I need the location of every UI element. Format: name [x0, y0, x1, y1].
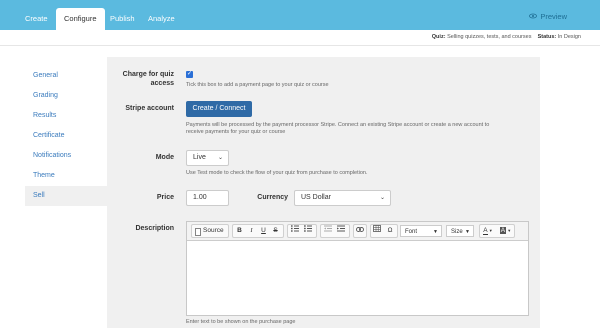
sidebar-item-notifications[interactable]: Notifications [25, 146, 107, 166]
underline-button[interactable]: U [259, 225, 268, 237]
stripe-help-line1: Payments will be processed by the paymen… [186, 122, 490, 128]
description-editor: Source B I U S Ω Font ▼ Size ▼ A ▼ A ▼ [186, 221, 529, 316]
price-input[interactable]: 1.00 [186, 190, 229, 206]
numbered-list-icon[interactable] [290, 225, 300, 237]
outdent-icon[interactable] [323, 225, 333, 237]
description-help-text: Enter text to be shown on the purchase p… [186, 319, 296, 325]
chevron-down-icon: ⌄ [217, 155, 223, 161]
tab-create[interactable]: Create [17, 8, 56, 30]
mode-label: Mode [155, 154, 174, 161]
italic-button[interactable]: I [247, 225, 256, 237]
currency-label: Currency [257, 194, 288, 201]
charge-label-line1: Charge for quiz [122, 71, 174, 78]
link-icon[interactable] [355, 225, 365, 237]
price-label: Price [156, 194, 174, 201]
source-icon [195, 228, 201, 240]
special-char-icon[interactable]: Ω [385, 225, 395, 237]
chevron-down-icon: ▼ [433, 229, 438, 235]
font-select-label: Font [405, 229, 418, 235]
bold-button[interactable]: B [235, 225, 244, 237]
description-label: Description [135, 225, 174, 232]
mode-value: Live [193, 154, 206, 161]
stripe-help-text: Payments will be processed by the paymen… [186, 122, 489, 136]
quiz-info-bar: Quiz: Selling quizzes, tests, and course… [0, 30, 600, 46]
top-nav-bar: Create Configure Publish Analyze Preview [0, 0, 600, 30]
sidebar-item-certificate[interactable]: Certificate [25, 126, 107, 146]
status-value: In Design [557, 34, 581, 40]
tab-configure[interactable]: Configure [56, 8, 105, 30]
stripe-label: Stripe account [125, 105, 174, 112]
stripe-help-line2: receive payments for your quiz or course [186, 129, 286, 135]
settings-sidebar: General Grading Results Certificate Noti… [25, 66, 107, 206]
indent-icon[interactable] [336, 225, 346, 237]
strike-button[interactable]: S [271, 225, 280, 237]
status-label: Status: [537, 34, 557, 40]
source-label: Source [203, 227, 224, 234]
tab-publish[interactable]: Publish [102, 8, 143, 30]
currency-select[interactable]: US Dollar ⌄ [294, 190, 391, 206]
charge-label-line2: access [150, 80, 174, 87]
bulleted-list-icon[interactable] [303, 225, 313, 237]
charge-label: Charge for quiz access [110, 70, 174, 88]
tab-analyze[interactable]: Analyze [140, 8, 183, 30]
font-select[interactable]: Font ▼ [400, 225, 442, 237]
preview-label: Preview [540, 12, 567, 21]
editor-content-area[interactable] [187, 241, 528, 315]
table-icon[interactable] [372, 225, 382, 237]
sidebar-item-theme[interactable]: Theme [25, 166, 107, 186]
quiz-label: Quiz: [431, 34, 446, 40]
sidebar-item-sell[interactable]: Sell [25, 186, 107, 206]
text-color-button[interactable]: A ▼ [481, 225, 495, 237]
chevron-down-icon: ▼ [465, 229, 470, 235]
editor-toolbar: Source B I U S Ω Font ▼ Size ▼ A ▼ A ▼ [187, 222, 528, 241]
eye-icon [529, 12, 538, 21]
sidebar-item-results[interactable]: Results [25, 106, 107, 126]
background-color-button[interactable]: A ▼ [498, 225, 513, 237]
quiz-name: Selling quizzes, tests, and courses [447, 34, 532, 40]
mode-select[interactable]: Live ⌄ [186, 150, 229, 166]
size-select-label: Size [451, 229, 463, 235]
charge-checkbox[interactable]: ✓ [186, 71, 193, 78]
sidebar-item-general[interactable]: General [25, 66, 107, 86]
quiz-status-info: Quiz: Selling quizzes, tests, and course… [432, 34, 581, 40]
source-button[interactable]: Source [191, 224, 229, 238]
preview-link[interactable]: Preview [529, 12, 567, 21]
chevron-down-icon: ⌄ [379, 195, 385, 201]
create-connect-button[interactable]: Create / Connect [186, 101, 252, 117]
charge-help-text: Tick this box to add a payment page to y… [186, 82, 329, 88]
sidebar-item-grading[interactable]: Grading [25, 86, 107, 106]
currency-value: US Dollar [301, 194, 331, 201]
size-select[interactable]: Size ▼ [446, 225, 474, 237]
mode-help-text: Use Test mode to check the flow of your … [186, 170, 368, 176]
